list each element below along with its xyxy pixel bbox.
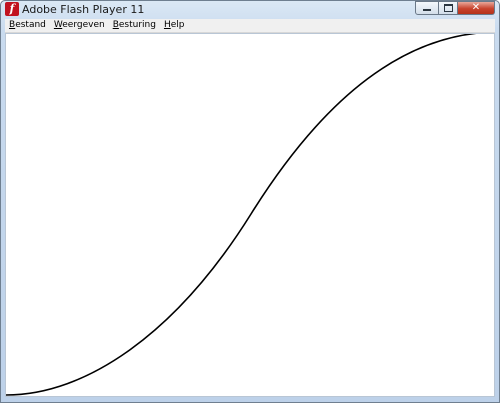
close-icon: ✕ xyxy=(471,2,481,13)
menu-help[interactable]: Help xyxy=(160,19,189,32)
window-title: Adobe Flash Player 11 xyxy=(22,3,145,16)
flash-player-icon[interactable]: f xyxy=(5,2,19,16)
window-controls: ✕ xyxy=(415,1,495,15)
menu-help-label: elp xyxy=(170,20,185,30)
menu-help-accelerator: H xyxy=(163,20,171,30)
menu-bar: Bestand Weergeven Besturing Help xyxy=(5,19,495,33)
flash-stage[interactable] xyxy=(5,33,495,397)
s-curve xyxy=(6,34,478,396)
stage-canvas xyxy=(6,34,478,396)
maximize-button[interactable] xyxy=(439,1,458,15)
menu-besturing[interactable]: Besturing xyxy=(109,19,160,32)
menu-weergeven-label: eergeven xyxy=(62,20,105,30)
menu-bestand-label: estand xyxy=(15,20,46,30)
flash-glyph: f xyxy=(9,2,15,15)
minimize-button[interactable] xyxy=(415,1,439,15)
maximize-icon xyxy=(443,4,453,12)
minimize-icon xyxy=(423,9,431,11)
flash-player-window: f Adobe Flash Player 11 ✕ Bestand Weerge… xyxy=(0,0,500,403)
menu-besturing-label: esturing xyxy=(118,20,156,30)
title-bar[interactable]: f Adobe Flash Player 11 ✕ xyxy=(1,1,499,19)
menu-weergeven[interactable]: Weergeven xyxy=(50,19,109,32)
menu-weergeven-accelerator: W xyxy=(53,20,63,30)
menu-bestand[interactable]: Bestand xyxy=(5,19,50,32)
close-button[interactable]: ✕ xyxy=(458,1,495,15)
